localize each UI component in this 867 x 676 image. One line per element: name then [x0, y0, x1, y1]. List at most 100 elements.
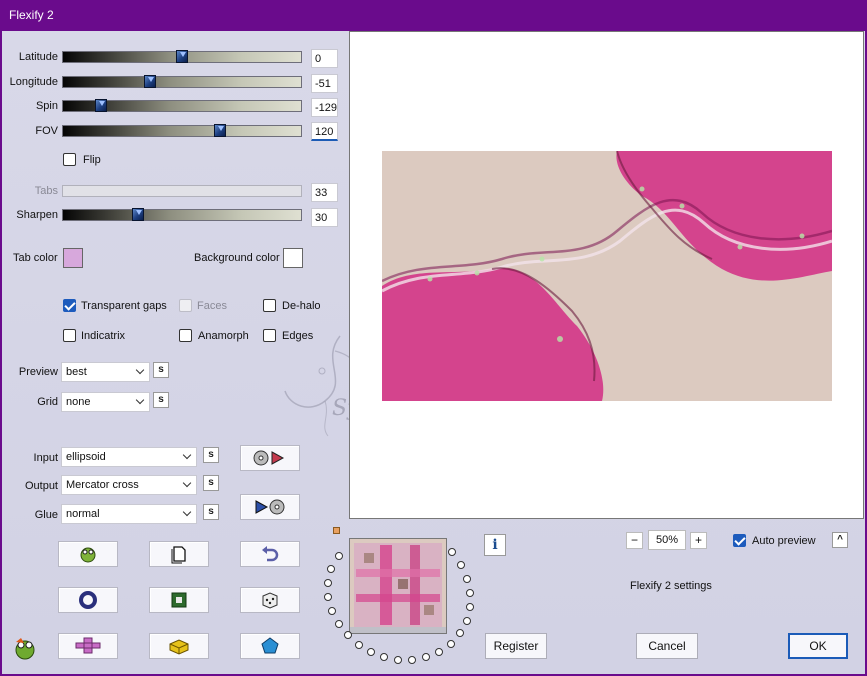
- spin-field[interactable]: -129: [311, 98, 338, 117]
- brick-icon: [169, 639, 189, 655]
- disc-save-icon: [255, 499, 285, 515]
- fov-label: FOV: [35, 125, 58, 137]
- navigator-dot[interactable]: [335, 620, 343, 628]
- longitude-field[interactable]: -51: [311, 74, 338, 93]
- page-icon: [171, 546, 186, 564]
- auto-preview-checkbox[interactable]: [733, 534, 746, 547]
- navigator-dot[interactable]: [335, 552, 343, 560]
- latitude-label: Latitude: [18, 51, 58, 63]
- navigator-dot[interactable]: [344, 631, 352, 639]
- grid-s-button[interactable]: s: [153, 392, 169, 408]
- indicatrix-checkbox[interactable]: [63, 329, 76, 342]
- ring-button[interactable]: [58, 587, 118, 613]
- navigator-dot[interactable]: [380, 653, 388, 661]
- info-button[interactable]: i: [484, 534, 506, 556]
- zoom-level[interactable]: 50%: [648, 530, 686, 550]
- tab-color-swatch[interactable]: [63, 248, 83, 268]
- input-s-button[interactable]: s: [203, 447, 219, 463]
- sharpen-slider[interactable]: [62, 208, 302, 221]
- preview-image: [382, 151, 832, 401]
- fov-field[interactable]: 120: [311, 122, 338, 141]
- zoom-in-button[interactable]: +: [690, 532, 707, 549]
- square-button[interactable]: [149, 587, 209, 613]
- brick-button[interactable]: [149, 633, 209, 659]
- background-color-swatch[interactable]: [283, 248, 303, 268]
- tabs-label: Tabs: [34, 185, 58, 197]
- navigator-dot[interactable]: [463, 575, 471, 583]
- random-preset-button[interactable]: [58, 541, 118, 567]
- navigator-dot[interactable]: [394, 656, 402, 664]
- flip-label: Flip: [83, 154, 101, 166]
- copy-button[interactable]: [149, 541, 209, 567]
- navigator-dot[interactable]: [456, 629, 464, 637]
- navigator-dot[interactable]: [448, 548, 456, 556]
- navigator-dot[interactable]: [463, 617, 471, 625]
- background-color-label: Background color: [194, 252, 280, 264]
- de-halo-checkbox[interactable]: [263, 299, 276, 312]
- navigator-dot[interactable]: [457, 561, 465, 569]
- anamorph-label: Anamorph: [198, 330, 249, 342]
- navigator-dot[interactable]: [466, 589, 474, 597]
- longitude-slider[interactable]: [62, 75, 302, 88]
- sharpen-field[interactable]: 30: [311, 208, 338, 227]
- preview-select[interactable]: best: [61, 362, 150, 382]
- cube-cross-icon: [75, 637, 101, 654]
- preview-s-button[interactable]: s: [153, 362, 169, 378]
- navigator-thumbnail[interactable]: [349, 538, 447, 634]
- glue-select-value: normal: [66, 508, 100, 520]
- transparent-gaps-checkbox[interactable]: [63, 299, 76, 312]
- spin-slider-thumb[interactable]: [95, 99, 107, 112]
- output-select[interactable]: Mercator cross: [61, 475, 197, 495]
- de-halo-label: De-halo: [282, 300, 321, 312]
- navigator-dot[interactable]: [327, 565, 335, 573]
- navigator-handle[interactable]: [333, 527, 340, 534]
- navigator-dot[interactable]: [408, 656, 416, 664]
- navigator-dot[interactable]: [328, 607, 336, 615]
- fov-slider[interactable]: [62, 124, 302, 137]
- glue-select[interactable]: normal: [61, 504, 197, 524]
- spin-slider[interactable]: [62, 99, 302, 112]
- input-label: Input: [33, 452, 58, 464]
- navigator-dot[interactable]: [324, 593, 332, 601]
- register-button[interactable]: Register: [485, 633, 547, 659]
- collapse-button[interactable]: ^: [832, 532, 848, 548]
- navigator-dot[interactable]: [355, 641, 363, 649]
- fov-slider-thumb[interactable]: [214, 124, 226, 137]
- grid-select[interactable]: none: [61, 392, 150, 412]
- navigator-dot[interactable]: [466, 603, 474, 611]
- navigator-dot[interactable]: [422, 653, 430, 661]
- save-preset-button[interactable]: [240, 494, 300, 520]
- navigator-dot[interactable]: [447, 640, 455, 648]
- dice-button[interactable]: [240, 587, 300, 613]
- gem-button[interactable]: [240, 633, 300, 659]
- latitude-field[interactable]: 0: [311, 49, 338, 68]
- longitude-label: Longitude: [9, 76, 58, 88]
- output-label: Output: [24, 480, 58, 492]
- cancel-button[interactable]: Cancel: [636, 633, 698, 659]
- title-bar[interactable]: Flexify 2: [0, 0, 867, 30]
- navigator-dot[interactable]: [435, 648, 443, 656]
- grid-select-value: none: [66, 396, 91, 408]
- longitude-slider-thumb[interactable]: [144, 75, 156, 88]
- output-s-button[interactable]: s: [203, 475, 219, 491]
- faces-label: Faces: [197, 300, 227, 312]
- undo-button[interactable]: [240, 541, 300, 567]
- navigator-dot[interactable]: [367, 648, 375, 656]
- input-select[interactable]: ellipsoid: [61, 447, 197, 467]
- anamorph-checkbox[interactable]: [179, 329, 192, 342]
- latitude-slider-thumb[interactable]: [176, 50, 188, 63]
- ok-button[interactable]: OK: [788, 633, 848, 659]
- navigator-dot[interactable]: [324, 579, 332, 587]
- chevron-down-icon: [135, 365, 145, 375]
- latitude-slider[interactable]: [62, 50, 302, 63]
- zoom-out-button[interactable]: −: [626, 532, 643, 549]
- square-frame-icon: [171, 592, 187, 608]
- sharpen-slider-thumb[interactable]: [132, 208, 144, 221]
- edges-checkbox[interactable]: [263, 329, 276, 342]
- preview-label: Preview: [18, 366, 58, 378]
- cross-button[interactable]: [58, 633, 118, 659]
- preview-pane[interactable]: [349, 31, 864, 519]
- glue-s-button[interactable]: s: [203, 504, 219, 520]
- flip-checkbox[interactable]: [63, 153, 76, 166]
- load-preset-button[interactable]: [240, 445, 300, 471]
